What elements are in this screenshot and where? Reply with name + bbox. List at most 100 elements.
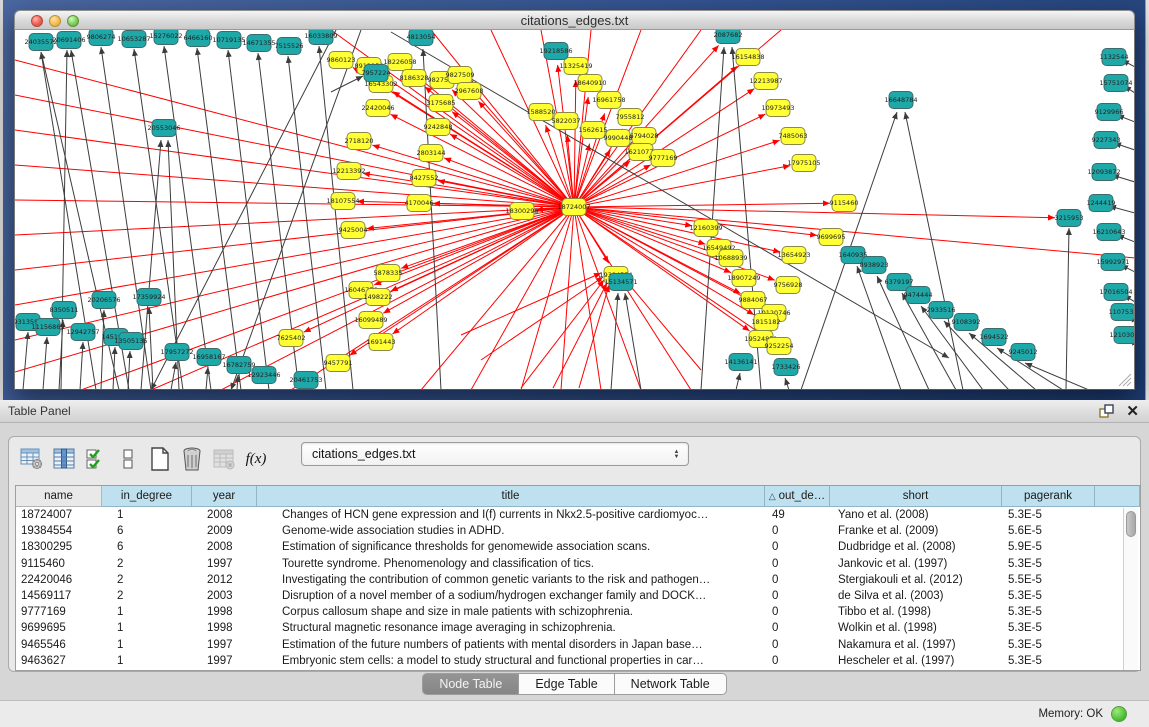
graph-node-label: 8350511 [50, 306, 79, 314]
graph-node-label: 8938923 [860, 261, 889, 269]
table-row[interactable]: 946554611997Estimation of the future num… [16, 637, 1140, 653]
tab-network-table[interactable]: Network Table [615, 673, 727, 695]
graph-node-label: 9827509 [446, 71, 475, 79]
table-row[interactable]: 1872400712008Changes of HCN gene express… [16, 507, 1140, 523]
table-cell: Structural magnetic resonance image aver… [257, 620, 765, 636]
memory-status-indicator[interactable] [1111, 706, 1127, 722]
table-cell: 19384554 [16, 523, 102, 539]
table-panel-header: Table Panel ✕ [0, 400, 1149, 423]
network-window-titlebar[interactable]: citations_edges.txt [14, 10, 1135, 30]
graph-node-label: 4813054 [407, 33, 436, 41]
new-table-icon[interactable] [147, 446, 173, 472]
table-row[interactable]: 1456911722003Disruption of a novel membe… [16, 588, 1140, 604]
graph-node-label: 18907249 [727, 274, 760, 282]
column-header-indegree[interactable]: in_degree [102, 486, 192, 507]
table-cell: Disruption of a novel member of a sodium… [257, 588, 765, 604]
table-cell: 0 [765, 523, 830, 539]
graph-edge [736, 373, 740, 390]
graph-edge [471, 207, 574, 390]
table-row[interactable]: 977716911998Corpus callosum shape and si… [16, 604, 1140, 620]
table-cell: 0 [765, 604, 830, 620]
graph-node-label: 18300295 [505, 207, 538, 215]
table-cell: 5.3E-5 [1002, 653, 1095, 669]
graph-node-label: 7515526 [275, 42, 304, 50]
table-settings-icon[interactable] [19, 446, 45, 472]
network-table-select[interactable]: citations_edges.txt ▲▼ [301, 442, 689, 466]
cytoscape-application: citations_edges.txt 18300295986012389129… [0, 0, 1149, 727]
table-row[interactable]: 946362711997Embryonic stem cells: a mode… [16, 653, 1140, 669]
scrollbar-thumb[interactable] [1126, 511, 1136, 537]
table-row[interactable]: 1830029562008Estimation of significance … [16, 539, 1140, 555]
graph-node-label: 20206576 [87, 296, 120, 304]
table-header-row[interactable]: namein_degreeyeartitle△out_de…shortpager… [16, 486, 1140, 507]
table-cell: 5.3E-5 [1002, 620, 1095, 636]
row-options-icon[interactable] [115, 446, 141, 472]
graph-node-label: 3215953 [1055, 214, 1084, 222]
select-column-icon[interactable] [51, 446, 77, 472]
network-canvas[interactable]: 1830029598601238912954182260581654330281… [14, 30, 1135, 390]
graph-edge [80, 342, 83, 390]
float-window-icon[interactable] [1099, 404, 1115, 420]
function-builder-icon[interactable]: f(x) [243, 446, 269, 472]
graph-node-label: 16154838 [731, 53, 764, 61]
graph-edge [1066, 228, 1069, 390]
table-cell: 2012 [192, 572, 257, 588]
table-cell: Dudbridge et al. (2008) [830, 539, 1002, 555]
table-cell: 9463627 [16, 653, 102, 669]
graph-node-label: 6379197 [885, 278, 914, 286]
graph-node-label: 19218586 [539, 47, 572, 55]
graph-edge [15, 207, 574, 372]
graph-node-label: 1244419 [1087, 199, 1116, 207]
table-cell: 9699695 [16, 620, 102, 636]
column-header-short[interactable]: short [830, 486, 1002, 507]
table-cell: Genome-wide association studies in ADHD. [257, 523, 765, 539]
table-cell: 0 [765, 556, 830, 572]
table-row[interactable]: 2242004622012Investigating the contribut… [16, 572, 1140, 588]
graph-edge [206, 367, 208, 390]
show-hide-columns-icon[interactable] [83, 446, 109, 472]
column-header-title[interactable]: title [257, 486, 765, 507]
graph-node-label: 9227343 [1092, 136, 1121, 144]
table-cell: Nakamura et al. (1997) [830, 637, 1002, 653]
graph-edge [574, 144, 590, 207]
column-header-outde[interactable]: △out_de… [765, 486, 830, 507]
delete-table-icon[interactable] [179, 446, 205, 472]
graph-node-label: 1132544 [1100, 53, 1129, 61]
graph-edge [151, 30, 336, 390]
sort-ascending-icon: △ [769, 491, 776, 501]
table-cell: 6 [102, 539, 192, 555]
table-cell: Investigating the contribution of common… [257, 572, 765, 588]
window-resize-grip[interactable] [1116, 371, 1132, 387]
graph-edge [574, 207, 691, 390]
table-vertical-scrollbar[interactable] [1123, 508, 1138, 670]
table-cell: 9777169 [16, 604, 102, 620]
graph-node-label: 9242848 [424, 123, 453, 131]
table-cell: 5.3E-5 [1002, 556, 1095, 572]
graph-node-label: 2087682 [714, 31, 743, 39]
graph-node-label: 22420046 [361, 104, 394, 112]
graph-edge [450, 134, 574, 207]
table-toolbar: f(x) [19, 443, 269, 475]
table-cell: Corpus callosum shape and size in male p… [257, 604, 765, 620]
table-row[interactable]: 911546021997Tourette syndrome. Phenomeno… [16, 556, 1140, 572]
tab-node-table[interactable]: Node Table [422, 673, 519, 695]
table-cell: 0 [765, 572, 830, 588]
tab-edge-table[interactable]: Edge Table [519, 673, 614, 695]
graph-node-label: 5878335 [374, 269, 403, 277]
table-panel-title: Table Panel [8, 404, 71, 418]
column-header-name[interactable]: name [16, 486, 102, 507]
column-header-pagerank[interactable]: pagerank [1002, 486, 1095, 507]
citation-network-graph[interactable]: 1830029598601238912954182260581654330281… [15, 30, 1135, 390]
graph-node-label: 9108392 [952, 318, 981, 326]
table-cell: Tourette syndrome. Phenomenology and cla… [257, 556, 765, 572]
table-row[interactable]: 969969511998Structural magnetic resonanc… [16, 620, 1140, 636]
graph-node-label: 18107554 [326, 197, 359, 205]
table-cell: 2 [102, 588, 192, 604]
graph-node-label: 17957272 [160, 348, 193, 356]
column-header-year[interactable]: year [192, 486, 257, 507]
close-icon[interactable]: ✕ [1126, 402, 1139, 420]
graph-node-label: 13654923 [777, 251, 810, 259]
table-cell: Estimation of the future numbers of pati… [257, 637, 765, 653]
graph-edge [221, 207, 574, 390]
table-row[interactable]: 1938455462009Genome-wide association stu… [16, 523, 1140, 539]
